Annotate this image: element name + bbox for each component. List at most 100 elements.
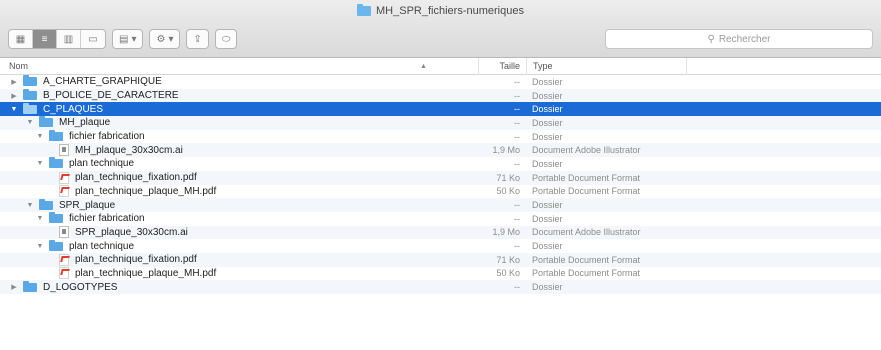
disclosure-closed-icon[interactable]: ▶ <box>9 92 19 100</box>
table-row[interactable]: plan_technique_fixation.pdf 71 Ko Portable… <box>0 252 881 267</box>
file-name-cell: ▶ B_POLICE_DE_CARACTERE <box>0 89 478 102</box>
share-icon: ⇪ <box>193 33 202 45</box>
file-size: 71 Ko <box>496 172 520 183</box>
file-name-cell: plan_technique_fixation.pdf <box>0 253 478 266</box>
file-size: -- <box>514 158 520 169</box>
search-field[interactable]: ⚲ Rechercher <box>605 29 873 49</box>
column-name-label: Nom <box>9 61 29 71</box>
file-type: Portable Document Format <box>532 268 641 279</box>
disclosure-closed-icon[interactable]: ▶ <box>9 78 19 86</box>
tag-button[interactable]: ⬭ <box>214 29 238 49</box>
file-type: Dossier <box>532 76 563 87</box>
disclosure-open-icon[interactable]: ▼ <box>35 133 45 140</box>
folder-icon <box>23 75 37 87</box>
column-header-size[interactable]: Taille <box>478 57 526 75</box>
file-size: -- <box>514 213 520 224</box>
file-name: SPR_plaque_30x30cm.ai <box>75 226 188 238</box>
pdf-file-icon <box>59 253 69 266</box>
table-row[interactable]: ▼ fichier fabrication -- Dossier <box>0 212 881 226</box>
disclosure-open-icon[interactable]: ▼ <box>35 160 45 167</box>
file-type: Dossier <box>532 282 563 293</box>
file-name-cell: MH_plaque_30x30cm.ai <box>0 144 478 157</box>
table-row[interactable]: plan_technique_fixation.pdf 71 Ko Portable… <box>0 170 881 185</box>
gear-icon: ⚙ <box>156 33 166 45</box>
grid-icon[interactable]: ▦ <box>9 30 33 48</box>
title-bar: MH_SPR_fichiers-numeriques ▦ ≡ ▥ ▭ ▤ ▾ ⚙… <box>0 0 881 58</box>
file-name: fichier fabrication <box>69 131 145 143</box>
columns-icon[interactable]: ▥ <box>57 30 81 48</box>
window-title: MH_SPR_fichiers-numeriques <box>0 4 881 17</box>
file-type: Document Adobe Illustrator <box>532 145 641 156</box>
table-row[interactable]: plan_technique_plaque_MH.pdf 50 Ko Portabl… <box>0 267 881 281</box>
file-type: Document Adobe Illustrator <box>532 227 641 238</box>
disclosure-open-icon[interactable]: ▼ <box>35 243 45 250</box>
column-header: Nom ▲ Taille Type <box>0 57 881 75</box>
pdf-file-icon <box>59 267 69 280</box>
list-icon[interactable]: ≡ <box>33 30 57 48</box>
chevron-down-icon: ▾ <box>131 33 137 45</box>
file-name-cell: ▼ MH_plaque <box>0 116 478 129</box>
file-size: -- <box>514 131 520 142</box>
chevron-down-icon: ▾ <box>168 33 174 45</box>
table-row[interactable]: ▶ A_CHARTE_GRAPHIQUE -- Dossier <box>0 75 881 89</box>
disclosure-open-icon[interactable]: ▼ <box>25 119 35 126</box>
file-type: Dossier <box>532 117 563 128</box>
file-type: Dossier <box>532 131 563 142</box>
arrange-button[interactable]: ▤ ▾ <box>112 29 144 49</box>
file-name-cell: ▼ plan technique <box>0 239 478 252</box>
file-size: 50 Ko <box>496 186 520 197</box>
folder-icon <box>23 102 37 114</box>
table-row[interactable]: ▼ plan technique -- Dossier <box>0 157 881 171</box>
folder-icon <box>49 239 63 251</box>
coverflow-icon[interactable]: ▭ <box>81 30 105 48</box>
table-row[interactable]: ▼ MH_plaque -- Dossier <box>0 116 881 130</box>
file-name: D_LOGOTYPES <box>43 281 118 293</box>
file-name-cell: ▼ fichier fabrication <box>0 130 478 143</box>
disclosure-open-icon[interactable]: ▼ <box>25 202 35 209</box>
table-row[interactable]: SPR_plaque_30x30cm.ai 1,9 Mo Document Adob… <box>0 225 881 240</box>
file-size: -- <box>514 104 520 115</box>
file-size: -- <box>514 241 520 252</box>
file-size: -- <box>514 76 520 87</box>
disclosure-open-icon[interactable]: ▼ <box>35 215 45 222</box>
file-name: MH_plaque <box>59 117 111 129</box>
illustrator-file-icon <box>59 226 69 239</box>
table-row[interactable]: plan_technique_plaque_MH.pdf 50 Ko Portabl… <box>0 185 881 199</box>
column-header-type[interactable]: Type <box>526 57 686 75</box>
file-name-cell: plan_technique_plaque_MH.pdf <box>0 267 478 280</box>
table-row[interactable]: ▼ fichier fabrication -- Dossier <box>0 130 881 144</box>
file-type: Dossier <box>532 200 563 211</box>
share-button[interactable]: ⇪ <box>186 29 209 49</box>
column-header-name[interactable]: Nom ▲ <box>0 61 478 71</box>
file-size: -- <box>514 200 520 211</box>
action-button[interactable]: ⚙ ▾ <box>149 29 181 49</box>
file-size: 1,9 Mo <box>492 145 520 156</box>
table-row[interactable]: ▼ C_PLAQUES -- Dossier <box>0 102 881 117</box>
file-name: plan technique <box>69 158 135 170</box>
file-name-cell: ▼ C_PLAQUES <box>0 102 478 115</box>
toolbar: ▦ ≡ ▥ ▭ ▤ ▾ ⚙ ▾ ⇪ ⬭ ⚲ Rechercher <box>8 28 873 50</box>
file-name: SPR_plaque <box>59 199 116 211</box>
arrange-icon: ▤ <box>119 33 129 45</box>
disclosure-open-icon[interactable]: ▼ <box>9 106 19 113</box>
file-name: plan_technique_fixation.pdf <box>75 254 197 266</box>
folder-icon <box>23 89 37 101</box>
table-row[interactable]: ▼ plan technique -- Dossier <box>0 239 881 253</box>
file-name: B_POLICE_DE_CARACTERE <box>43 90 179 102</box>
table-row[interactable]: MH_plaque_30x30cm.ai 1,9 Mo Document Adobe… <box>0 143 881 158</box>
table-row[interactable]: ▶ B_POLICE_DE_CARACTERE -- Dossier <box>0 88 881 103</box>
file-size: -- <box>514 117 520 128</box>
pdf-file-icon <box>59 185 69 198</box>
file-type: Dossier <box>532 158 563 169</box>
table-row[interactable]: ▼ SPR_plaque -- Dossier <box>0 198 881 212</box>
disclosure-closed-icon[interactable]: ▶ <box>9 283 19 291</box>
file-type: Dossier <box>532 241 563 252</box>
folder-icon <box>357 4 372 16</box>
file-name: fichier fabrication <box>69 213 145 225</box>
file-type: Dossier <box>532 104 563 115</box>
file-name: MH_plaque_30x30cm.ai <box>75 144 183 156</box>
file-type: Portable Document Format <box>532 186 641 197</box>
table-row[interactable]: ▶ D_LOGOTYPES -- Dossier <box>0 280 881 294</box>
file-name: plan_technique_fixation.pdf <box>75 172 197 184</box>
file-size: -- <box>514 90 520 101</box>
